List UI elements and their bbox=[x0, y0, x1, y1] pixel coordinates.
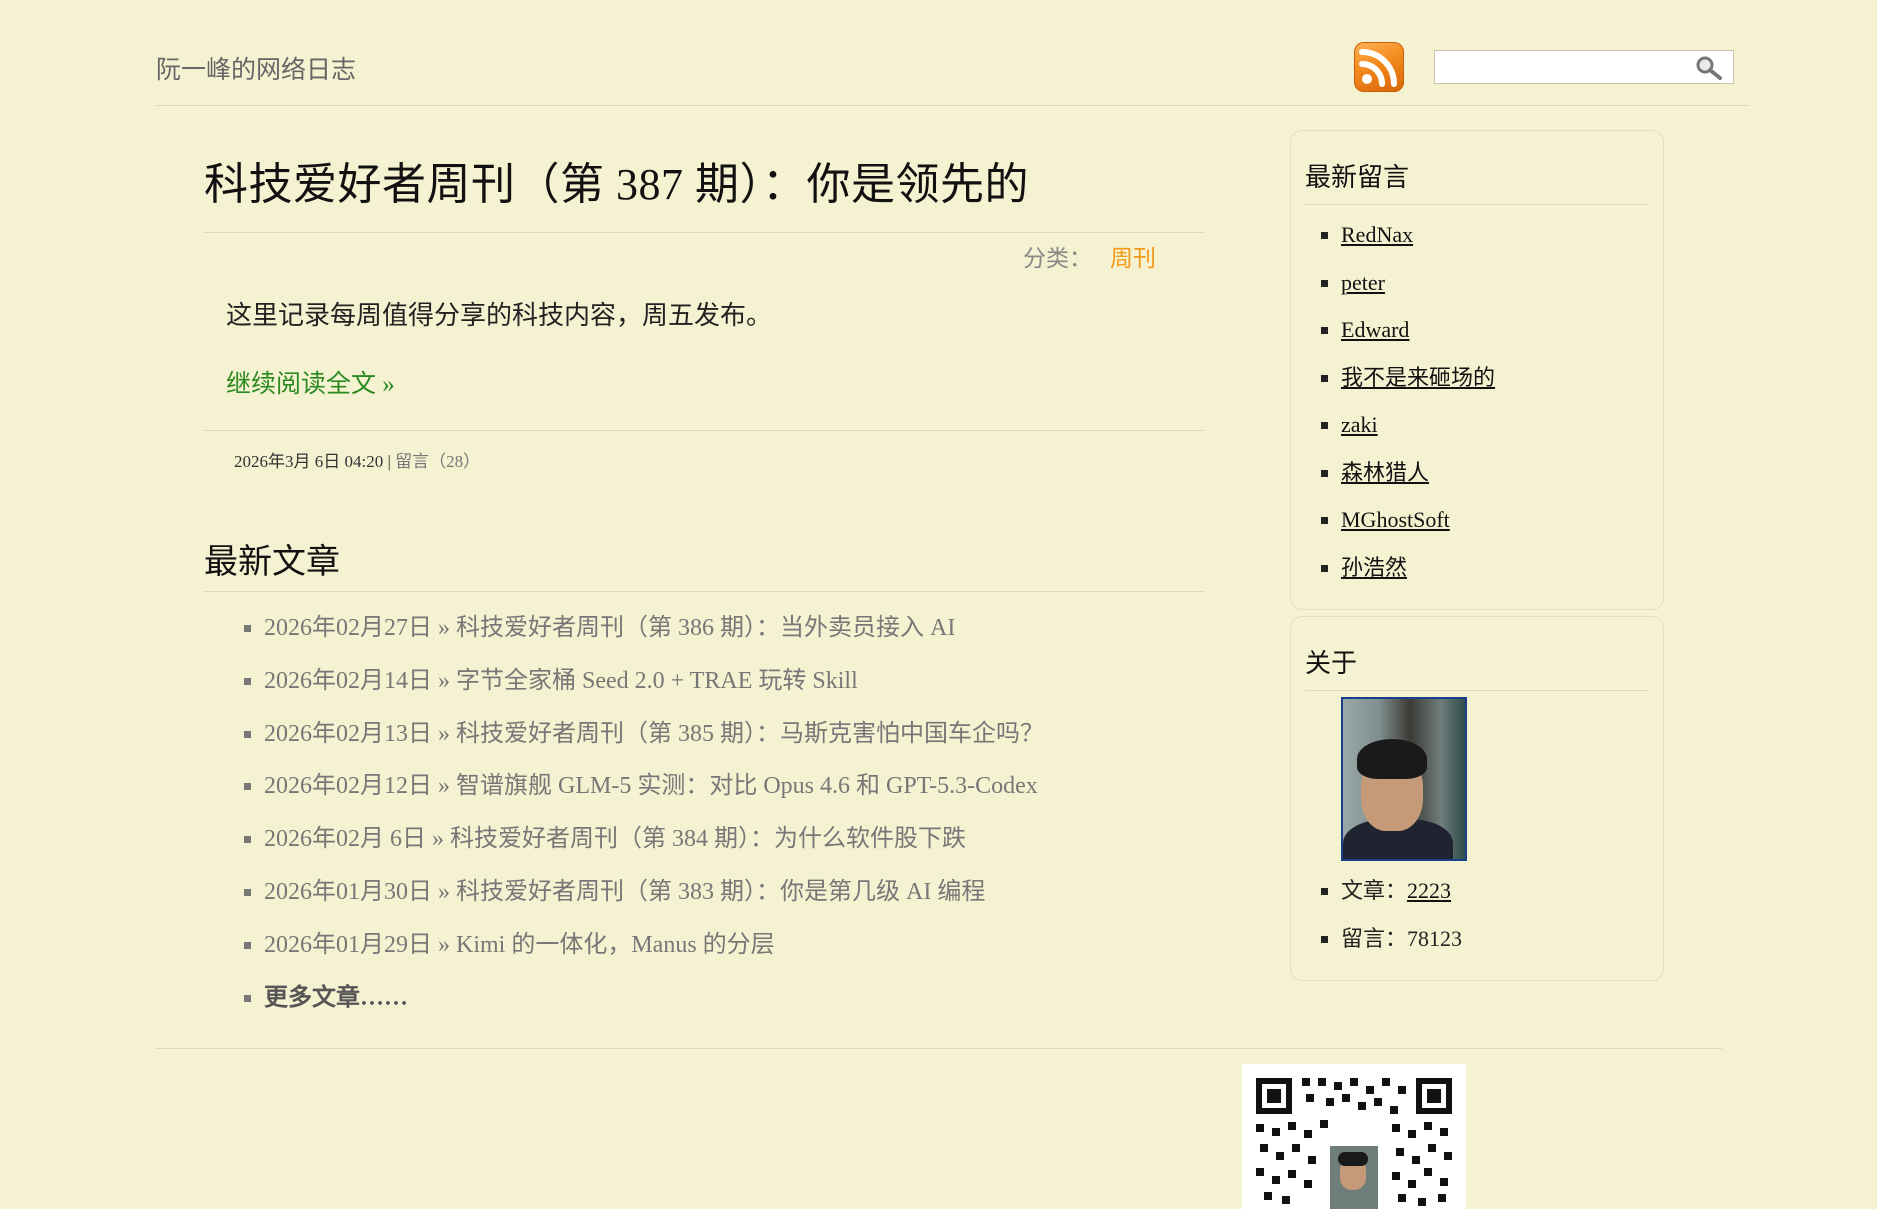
main-content: 科技爱好者周刊（第 387 期）：你是领先的 分类： 周刊 这里记录每周值得分享的… bbox=[204, 130, 1204, 1024]
recent-post-link[interactable]: Kimi 的一体化，Manus 的分层 bbox=[456, 932, 775, 958]
list-item: 孙浩然 bbox=[1341, 544, 1649, 592]
more-articles-link[interactable]: 更多文章…… bbox=[264, 985, 408, 1011]
commenter-link[interactable]: 孙浩然 bbox=[1341, 555, 1407, 580]
commenter-list: RedNax peter Edward 我不是来砸场的 zaki 森林猎人 MG… bbox=[1305, 211, 1649, 591]
list-item: Edward bbox=[1341, 306, 1649, 354]
recent-date: 2026年02月27日 bbox=[264, 615, 432, 641]
header-divider bbox=[156, 105, 1750, 106]
arrow: » bbox=[438, 931, 450, 958]
arrow: » bbox=[438, 878, 450, 905]
list-item: zaki bbox=[1341, 401, 1649, 449]
list-item: 2026年01月30日 » 科技爱好者周刊（第 383 期）：你是第几级 AI … bbox=[264, 866, 1204, 919]
about-heading: 关于 bbox=[1305, 617, 1649, 691]
recent-post-link[interactable]: 字节全家桶 Seed 2.0 + TRAE 玩转 Skill bbox=[456, 668, 858, 694]
articles-count-link[interactable]: 2223 bbox=[1407, 878, 1451, 903]
list-item: 2026年02月14日 » 字节全家桶 Seed 2.0 + TRAE 玩转 S… bbox=[264, 655, 1204, 708]
arrow: » bbox=[438, 773, 450, 800]
recent-post-link[interactable]: 科技爱好者周刊（第 383 期）：你是第几级 AI 编程 bbox=[456, 879, 985, 905]
list-item: 森林猎人 bbox=[1341, 449, 1649, 497]
commenter-link[interactable]: MGhostSoft bbox=[1341, 507, 1450, 532]
commenter-link[interactable]: 我不是来砸场的 bbox=[1341, 365, 1495, 390]
avatar[interactable] bbox=[1341, 697, 1467, 861]
stats-list: 文章：2223 留言：78123 bbox=[1305, 867, 1649, 962]
list-item: MGhostSoft bbox=[1341, 496, 1649, 544]
list-item: 文章：2223 bbox=[1341, 867, 1649, 915]
category-row: 分类： 周刊 bbox=[204, 233, 1204, 273]
comments-count: 78123 bbox=[1407, 925, 1463, 951]
recent-date: 2026年02月13日 bbox=[264, 720, 432, 747]
commenter-link[interactable]: Edward bbox=[1341, 317, 1409, 342]
list-item: 留言：78123 bbox=[1341, 915, 1649, 963]
arrow: » bbox=[438, 615, 450, 641]
comments-link[interactable]: 留言（28） bbox=[395, 452, 480, 471]
list-item: 2026年02月13日 » 科技爱好者周刊（第 385 期）：马斯克害怕中国车企… bbox=[264, 708, 1204, 761]
recent-list: 2026年02月27日 » 科技爱好者周刊（第 386 期）：当外卖员接入 AI… bbox=[204, 602, 1204, 1024]
recent-date: 2026年01月29日 bbox=[264, 931, 432, 958]
footer-divider bbox=[156, 1048, 1722, 1049]
search-box bbox=[1434, 50, 1734, 84]
arrow: » bbox=[432, 826, 444, 853]
recent-divider bbox=[204, 591, 1204, 592]
commenter-link[interactable]: 森林猎人 bbox=[1341, 460, 1429, 485]
list-item: RedNax bbox=[1341, 211, 1649, 259]
list-item: 2026年01月29日 » Kimi 的一体化，Manus 的分层 bbox=[264, 919, 1204, 972]
category-link[interactable]: 周刊 bbox=[1110, 246, 1156, 271]
search-icon[interactable] bbox=[1695, 55, 1723, 86]
meta-separator: | bbox=[387, 452, 391, 471]
post-meta: 2026年3月 6日 04:20 | 留言（28） bbox=[234, 447, 1204, 472]
list-item: 更多文章…… bbox=[264, 972, 1204, 1025]
read-more-link[interactable]: 继续阅读全文 » bbox=[226, 364, 1204, 400]
recent-post-link[interactable]: 科技爱好者周刊（第 384 期）：为什么软件股下跌 bbox=[450, 826, 966, 852]
list-item: 2026年02月 6日 » 科技爱好者周刊（第 384 期）：为什么软件股下跌 bbox=[264, 813, 1204, 866]
category-label: 分类： bbox=[1023, 246, 1092, 271]
arrow: » bbox=[438, 667, 450, 694]
list-item: 2026年02月27日 » 科技爱好者周刊（第 386 期）：当外卖员接入 AI bbox=[264, 602, 1204, 655]
site-title[interactable]: 阮一峰的网络日志 bbox=[156, 50, 356, 86]
qr-code-icon bbox=[1242, 1064, 1466, 1209]
comments-heading: 最新留言 bbox=[1305, 131, 1649, 205]
commenter-link[interactable]: peter bbox=[1341, 270, 1385, 295]
post-date: 2026年3月 6日 04:20 bbox=[234, 452, 384, 471]
sidebar-comments: 最新留言 RedNax peter Edward 我不是来砸场的 zaki 森林… bbox=[1290, 130, 1664, 610]
list-item: peter bbox=[1341, 259, 1649, 307]
recent-date: 2026年02月12日 bbox=[264, 773, 432, 800]
comments-count-label: 留言： bbox=[1341, 925, 1408, 951]
recent-post-link[interactable]: 科技爱好者周刊（第 386 期）：当外卖员接入 AI bbox=[456, 615, 955, 641]
meta-divider bbox=[204, 430, 1204, 431]
recent-post-link[interactable]: 智谱旗舰 GLM-5 实测：对比 Opus 4.6 和 GPT-5.3-Code… bbox=[456, 773, 1038, 799]
post-summary: 这里记录每周值得分享的科技内容，周五发布。 bbox=[226, 301, 773, 330]
arrow: » bbox=[438, 720, 450, 747]
recent-date: 2026年02月14日 bbox=[264, 667, 432, 694]
search-input[interactable] bbox=[1441, 52, 1695, 84]
rss-icon[interactable] bbox=[1354, 42, 1404, 92]
list-item: 我不是来砸场的 bbox=[1341, 354, 1649, 402]
articles-label: 文章： bbox=[1341, 878, 1408, 903]
sidebar-about: 关于 文章：2223 留言：78123 bbox=[1290, 616, 1664, 981]
commenter-link[interactable]: RedNax bbox=[1341, 222, 1413, 247]
recent-date: 2026年01月30日 bbox=[264, 878, 432, 905]
list-item: 2026年02月12日 » 智谱旗舰 GLM-5 实测：对比 Opus 4.6 … bbox=[264, 760, 1204, 813]
recent-post-link[interactable]: 科技爱好者周刊（第 385 期）：马斯克害怕中国车企吗？ bbox=[456, 721, 1044, 747]
recent-date: 2026年02月 6日 bbox=[264, 826, 426, 853]
post-title[interactable]: 科技爱好者周刊（第 387 期）：你是领先的 bbox=[204, 148, 1204, 212]
commenter-link[interactable]: zaki bbox=[1341, 412, 1378, 437]
recent-heading: 最新文章 bbox=[204, 544, 340, 581]
